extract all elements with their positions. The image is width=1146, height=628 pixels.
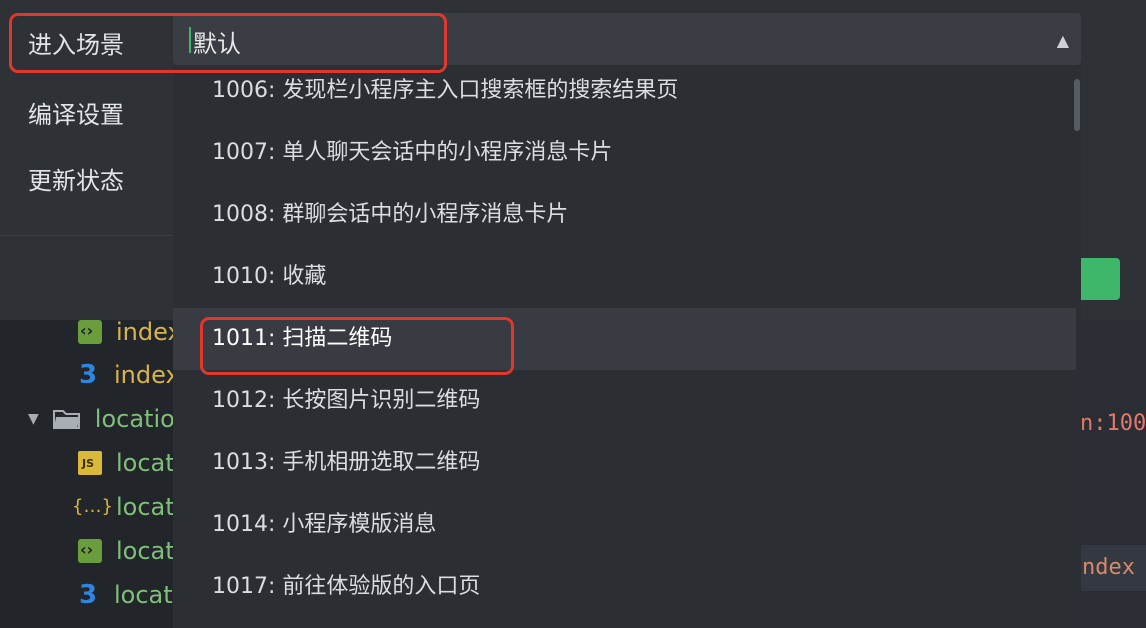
tree-item[interactable]: locat — [78, 535, 175, 567]
highlight-box-scene — [9, 13, 447, 73]
divider — [0, 235, 175, 236]
dropdown-option-label: 1012: 长按图片识别二维码 — [212, 388, 481, 413]
dropdown-option[interactable]: 1012: 长按图片识别二维码 — [173, 370, 1076, 432]
tree-folder[interactable]: ▼ locatio — [28, 403, 175, 435]
css-file-icon: 3 — [78, 360, 98, 390]
update-status-label[interactable]: 更新状态 — [28, 161, 124, 196]
html-file-icon — [78, 539, 102, 563]
tree-item-label: locat — [114, 581, 173, 609]
highlight-box-option — [200, 317, 514, 375]
dropdown-option-label: 1008: 群聊会话中的小程序消息卡片 — [212, 202, 569, 227]
dropdown-option-label: 1014: 小程序模版消息 — [212, 512, 437, 537]
js-file-icon — [78, 451, 102, 475]
tree-item-label: locat — [116, 493, 175, 521]
chevron-down-icon: ▼ — [28, 411, 39, 427]
json-file-icon: {…} — [72, 496, 113, 517]
dropdown-option[interactable]: 1006: 发现栏小程序主入口搜索框的搜索结果页 — [173, 65, 1076, 122]
dropdown-option[interactable]: 1008: 群聊会话中的小程序消息卡片 — [173, 184, 1076, 246]
html-file-icon — [78, 320, 102, 344]
code-fragment: ndex — [1082, 555, 1135, 580]
code-fragment: n:100 — [1080, 411, 1146, 436]
tree-item-label: locat — [116, 537, 175, 565]
app-root: n:100 ndex index 3 index ▼ locatio locat… — [0, 0, 1146, 628]
folder-open-icon — [52, 410, 80, 429]
tree-item-label: index — [116, 318, 182, 346]
tree-item[interactable]: {…} locat — [72, 491, 175, 523]
file-tree: index 3 index ▼ locatio locat {…} locat … — [0, 300, 190, 628]
tree-item-label: index — [114, 361, 180, 389]
tree-item-label: locat — [116, 449, 175, 477]
dropdown-option-label: 1006: 发现栏小程序主入口搜索框的搜索结果页 — [212, 78, 679, 103]
action-button[interactable] — [1078, 258, 1120, 300]
dropdown-option-label: 1013: 手机相册选取二维码 — [212, 450, 481, 475]
tree-item-label: locatio — [94, 405, 175, 433]
dropdown-option-label: 1007: 单人聊天会话中的小程序消息卡片 — [212, 140, 613, 165]
tree-item[interactable]: index — [78, 316, 182, 348]
dropdown-option[interactable]: 1017: 前往体验版的入口页 — [173, 556, 1076, 618]
tree-item[interactable]: 3 index — [76, 359, 180, 391]
dropdown-option[interactable]: 1010: 收藏 — [173, 246, 1076, 308]
dropdown-option[interactable]: 1007: 单人聊天会话中的小程序消息卡片 — [173, 122, 1076, 184]
chevron-up-icon[interactable]: ▲ — [1057, 31, 1069, 50]
dropdown-option-label: 1010: 收藏 — [212, 264, 327, 289]
tree-item[interactable]: locat — [78, 447, 175, 479]
dropdown-option[interactable]: 1014: 小程序模版消息 — [173, 494, 1076, 556]
dropdown-option[interactable]: 1013: 手机相册选取二维码 — [173, 432, 1076, 494]
css-file-icon: 3 — [78, 580, 98, 610]
tree-item[interactable]: 3 locat — [76, 579, 173, 611]
scrollbar-thumb[interactable] — [1074, 79, 1080, 131]
dropdown-option-label: 1017: 前往体验版的入口页 — [212, 574, 481, 599]
compile-settings-label[interactable]: 编译设置 — [28, 95, 124, 130]
